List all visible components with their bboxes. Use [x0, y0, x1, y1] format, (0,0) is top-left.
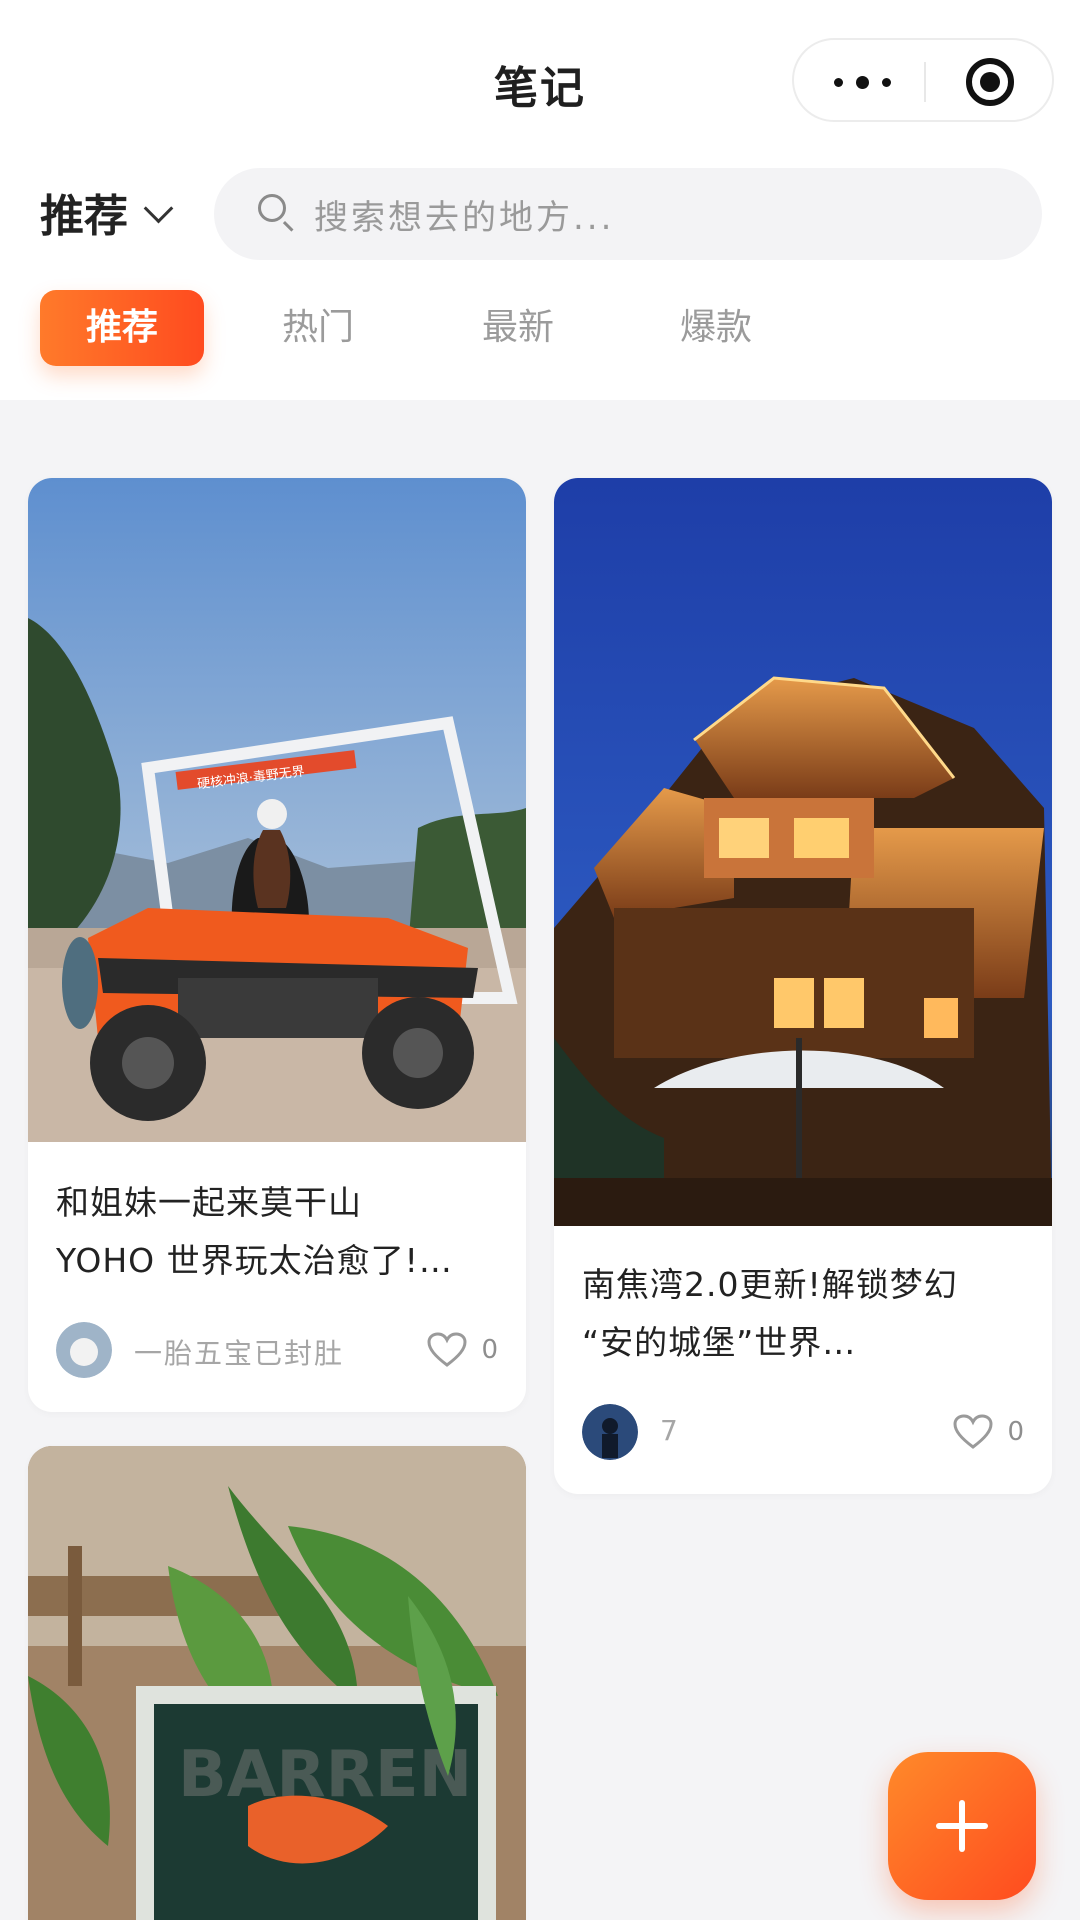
channel-label: 推荐 [40, 191, 128, 242]
like-button[interactable]: 0 [427, 1330, 498, 1370]
mini-program-capsule [792, 38, 1054, 122]
note-title: 南焦湾2.0更新!解锁梦幻 “安的城堡”世界… [582, 1256, 1028, 1372]
note-title-line: YOHO 世界玩太治愈了!… [56, 1241, 453, 1280]
author-name[interactable]: 一胎五宝已封肚 [134, 1332, 344, 1372]
heart-icon [427, 1332, 467, 1367]
notes-page: 笔记 推荐 搜索想去的地方... 推荐 热门 最新 爆款 硬核冲浪·毒野无界 和… [0, 0, 1080, 1920]
header: 笔记 推荐 搜索想去的地方... 推荐 热门 最新 爆款 [0, 0, 1080, 400]
tab-hot[interactable]: 热门 [236, 290, 400, 366]
note-card[interactable]: BARREN [28, 1446, 526, 1920]
like-count: 0 [481, 1335, 498, 1365]
search-placeholder: 搜索想去的地方... [314, 198, 615, 238]
tab-trending[interactable]: 爆款 [634, 290, 798, 366]
capsule-divider [924, 62, 926, 102]
note-title-line: 南焦湾2.0更新!解锁梦幻 [582, 1265, 958, 1304]
author-name[interactable]: 7 [660, 1414, 680, 1447]
tab-recommend[interactable]: 推荐 [40, 290, 204, 366]
note-meta: 一胎五宝已封肚 0 [56, 1322, 498, 1382]
like-count: 0 [1007, 1417, 1024, 1447]
chevron-down-icon [143, 193, 174, 223]
tab-bar: 推荐 热门 最新 爆款 [0, 290, 1080, 370]
note-image: 硬核冲浪·毒野无界 [28, 478, 526, 1142]
tab-latest[interactable]: 最新 [436, 290, 600, 366]
note-image [554, 478, 1052, 1226]
channel-selector[interactable]: 推荐 [40, 182, 174, 242]
search-icon [258, 194, 286, 222]
avatar[interactable] [56, 1322, 112, 1378]
more-icon[interactable] [830, 64, 900, 100]
add-note-button[interactable] [888, 1752, 1036, 1900]
note-meta: 7 0 [582, 1404, 1024, 1464]
search-input[interactable]: 搜索想去的地方... [214, 168, 1042, 260]
note-card[interactable]: 南焦湾2.0更新!解锁梦幻 “安的城堡”世界… 7 0 [554, 478, 1052, 1494]
note-title-line: 和姐妹一起来莫干山 [56, 1183, 362, 1222]
heart-icon [953, 1414, 993, 1449]
note-title: 和姐妹一起来莫干山 YOHO 世界玩太治愈了!… [56, 1174, 502, 1290]
like-button[interactable]: 0 [953, 1412, 1024, 1452]
note-card[interactable]: 硬核冲浪·毒野无界 和姐妹一起来莫干山 YOHO 世界玩太治愈了!… 一胎五宝已… [28, 478, 526, 1412]
target-icon[interactable] [966, 58, 1014, 106]
note-title-line: “安的城堡”世界… [582, 1323, 857, 1362]
note-image: BARREN [28, 1446, 526, 1920]
avatar[interactable] [582, 1404, 638, 1460]
